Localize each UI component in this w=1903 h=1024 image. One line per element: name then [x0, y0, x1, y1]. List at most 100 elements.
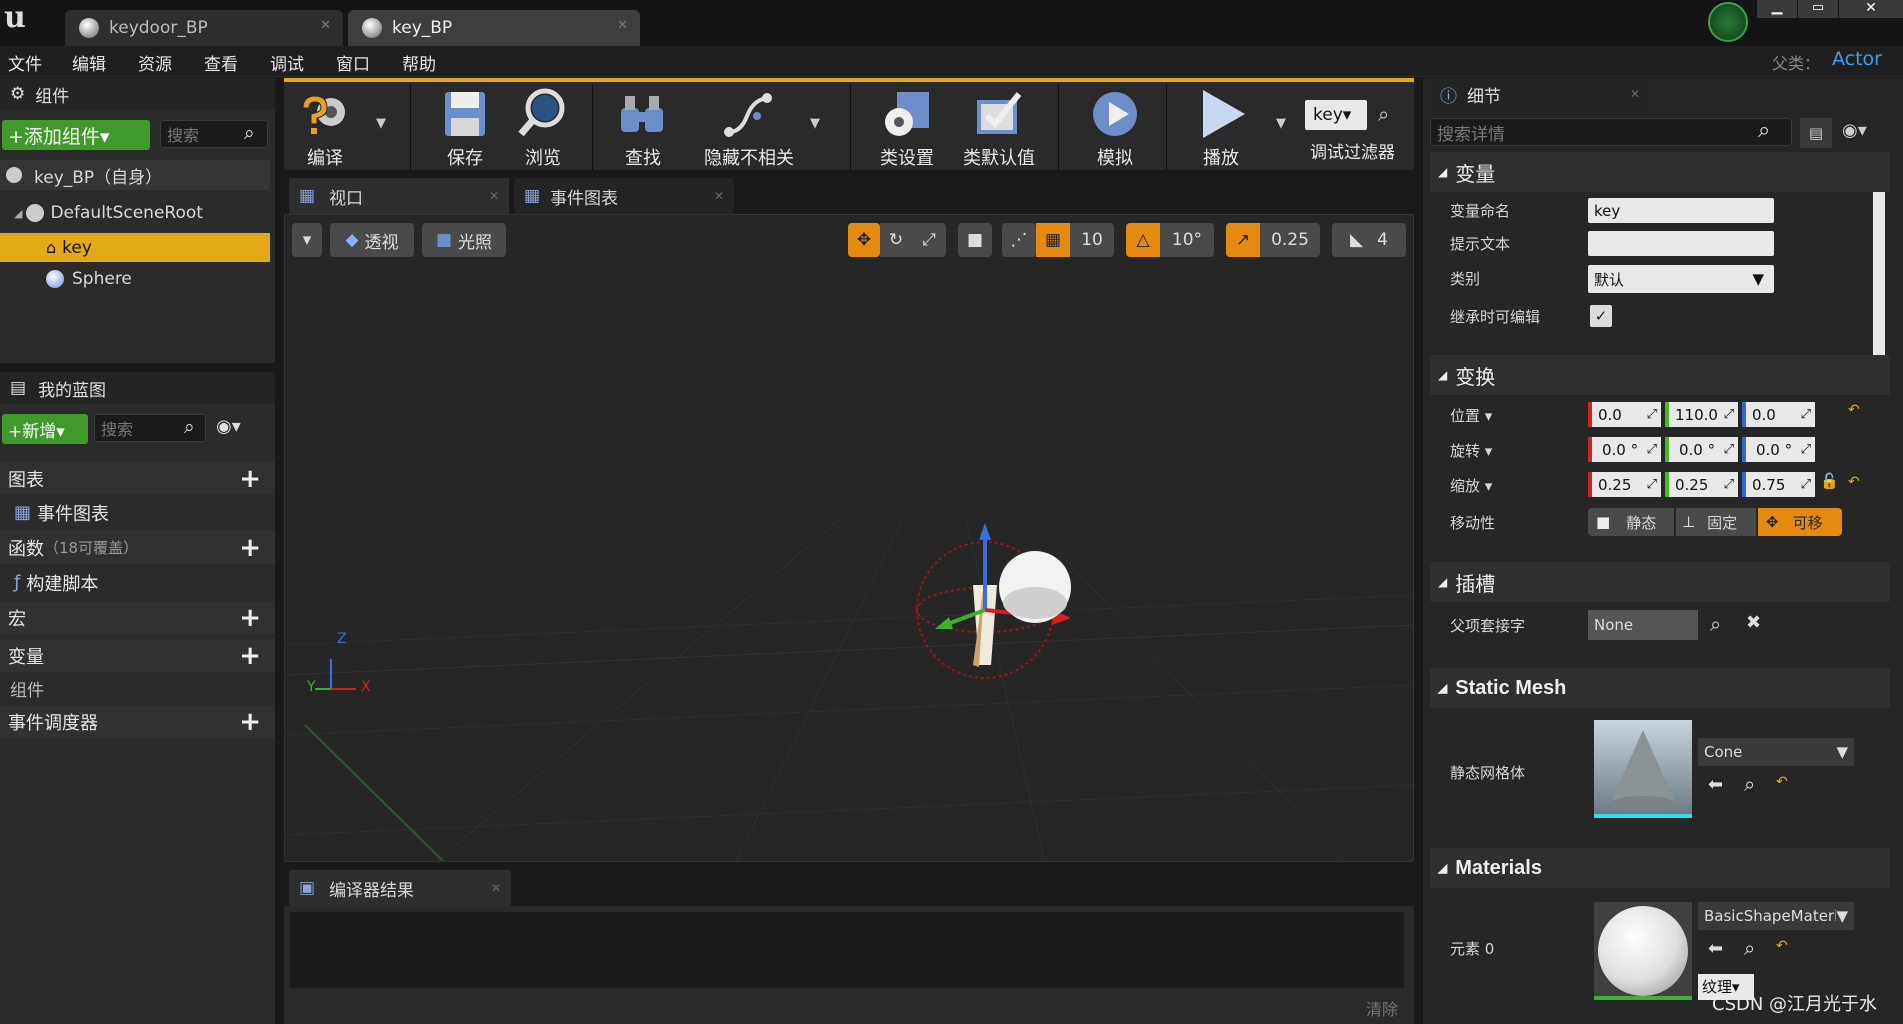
location-z[interactable]: 0.0: [1742, 402, 1815, 427]
viewport-tab[interactable]: ▦ 视口 ✕: [289, 178, 509, 214]
hide-options-arrow[interactable]: ▼: [810, 116, 820, 131]
close-tab-icon[interactable]: ✕: [320, 18, 331, 33]
minimize-button[interactable]: ▁: [1757, 0, 1797, 18]
reset-scale-icon[interactable]: ↶: [1848, 474, 1860, 490]
use-selected-icon[interactable]: ⬅: [1708, 774, 1723, 795]
compile-button[interactable]: 编译: [280, 86, 370, 169]
location-label[interactable]: 位置 ▾: [1450, 405, 1492, 426]
menu-help[interactable]: 帮助: [402, 50, 436, 75]
debug-filter-dropdown[interactable]: key▾: [1305, 100, 1367, 130]
variable-name-input[interactable]: key: [1588, 198, 1774, 223]
class-defaults-button[interactable]: 类默认值: [954, 86, 1044, 169]
section-graphs[interactable]: 图表 +: [0, 462, 275, 495]
tab-key-bp[interactable]: key_BP ✕: [348, 10, 640, 46]
save-button[interactable]: 保存: [420, 86, 510, 169]
maximize-button[interactable]: ▭: [1798, 0, 1838, 18]
class-settings-button[interactable]: 类设置: [862, 86, 952, 169]
scale-snap-button[interactable]: ↗: [1226, 223, 1260, 257]
rotation-z[interactable]: 0.0 °: [1742, 437, 1815, 462]
menu-file[interactable]: 文件: [8, 50, 42, 75]
section-static-mesh[interactable]: ◢ Static Mesh: [1430, 668, 1890, 708]
add-variable-icon[interactable]: +: [239, 641, 261, 671]
close-window-button[interactable]: ✕: [1839, 0, 1903, 18]
viewport-3d[interactable]: Z Y X: [284, 214, 1414, 862]
lock-scale-icon[interactable]: 🔓: [1820, 472, 1839, 490]
location-y[interactable]: 110.0: [1665, 402, 1738, 427]
category-dropdown[interactable]: 默认 ▼: [1588, 265, 1774, 293]
lighting-button[interactable]: ■ 光照: [422, 223, 506, 257]
section-materials[interactable]: ◢ Materials: [1430, 848, 1890, 888]
section-variable[interactable]: ◢ 变量: [1430, 152, 1890, 192]
viewport-options-button[interactable]: ▾: [292, 223, 322, 257]
browse-asset-icon[interactable]: ⌕: [1744, 772, 1755, 796]
translate-mode-button[interactable]: ✥: [848, 223, 880, 257]
use-selected-icon[interactable]: ⬅: [1708, 938, 1723, 959]
angle-snap-button[interactable]: △: [1126, 223, 1160, 257]
menu-asset[interactable]: 资源: [138, 50, 172, 75]
visibility-eye-icon[interactable]: ◉▾: [216, 416, 241, 437]
property-matrix-button[interactable]: ▤: [1800, 118, 1832, 148]
play-button[interactable]: 播放: [1176, 86, 1266, 169]
tree-item-key[interactable]: ⌂ key: [0, 233, 270, 262]
item-construction-script[interactable]: ƒ 构建脚本: [0, 566, 275, 599]
perspective-button[interactable]: ◆ 透视: [330, 223, 414, 257]
add-dispatcher-icon[interactable]: +: [239, 707, 261, 737]
section-event-dispatchers[interactable]: 事件调度器 +: [0, 705, 275, 738]
rotation-x[interactable]: 0.0 °: [1588, 437, 1661, 462]
unreal-logo[interactable]: u: [4, 0, 26, 35]
section-functions[interactable]: 函数 （18可覆盖） +: [0, 531, 275, 564]
section-transform[interactable]: ◢ 变换: [1430, 355, 1890, 395]
find-button[interactable]: 查找: [598, 86, 688, 169]
play-options-arrow[interactable]: ▼: [1276, 116, 1286, 131]
visibility-eye-icon[interactable]: ◉▾: [1842, 120, 1867, 141]
close-tab-icon[interactable]: ✕: [714, 189, 724, 203]
tab-keydoor-bp[interactable]: keydoor_BP ✕: [65, 10, 343, 46]
angle-snap-value[interactable]: 10°: [1160, 223, 1214, 257]
menu-edit[interactable]: 编辑: [72, 50, 106, 75]
editable-checkbox[interactable]: ✓: [1590, 305, 1612, 327]
tree-item-defaultsceneroot[interactable]: ◢ DefaultSceneRoot: [0, 198, 270, 228]
rotate-mode-button[interactable]: ↻: [880, 223, 912, 257]
simulate-button[interactable]: 模拟: [1070, 86, 1160, 169]
grid-snap-button[interactable]: ▦: [1036, 223, 1070, 257]
menu-window[interactable]: 窗口: [336, 50, 370, 75]
compile-options-arrow[interactable]: ▼: [376, 116, 386, 131]
self-row[interactable]: key_BP（自身）: [0, 160, 270, 190]
item-event-graph[interactable]: ▦ 事件图表: [0, 496, 275, 529]
close-tab-icon[interactable]: ✕: [489, 189, 499, 203]
location-x[interactable]: 0.0: [1588, 402, 1661, 427]
hide-unrelated-button[interactable]: 隐藏不相关: [694, 86, 804, 169]
tree-item-sphere[interactable]: Sphere: [0, 264, 270, 294]
source-control-icon[interactable]: [1708, 2, 1748, 42]
close-tab-icon[interactable]: ✕: [1630, 87, 1640, 101]
scale-z[interactable]: 0.75: [1742, 472, 1815, 497]
menu-debug[interactable]: 调试: [270, 50, 304, 75]
add-component-button[interactable]: +添加组件▾: [2, 120, 150, 150]
compiler-results-tab[interactable]: ▣ 编译器结果 ✕: [289, 870, 511, 906]
static-mesh-dropdown[interactable]: Cone ▼: [1698, 738, 1854, 766]
scale-mode-button[interactable]: ⤢: [912, 223, 946, 257]
browse-button[interactable]: 浏览: [498, 86, 588, 169]
scale-snap-value[interactable]: 0.25: [1260, 223, 1320, 257]
parent-socket-field[interactable]: None: [1588, 610, 1698, 640]
scale-y[interactable]: 0.25: [1665, 472, 1738, 497]
mobility-movable-button[interactable]: ✥ 可移: [1758, 508, 1842, 536]
add-graph-icon[interactable]: +: [239, 464, 261, 494]
rotation-label[interactable]: 旋转 ▾: [1450, 440, 1492, 461]
rotation-y[interactable]: 0.0 °: [1665, 437, 1738, 462]
grid-size-value[interactable]: 10: [1070, 223, 1114, 257]
section-sockets[interactable]: ◢ 插槽: [1430, 562, 1890, 602]
parent-class-link[interactable]: Actor: [1832, 48, 1882, 70]
scale-x[interactable]: 0.25: [1588, 472, 1661, 497]
mobility-static-button[interactable]: ■ 静态: [1588, 508, 1674, 536]
section-variables[interactable]: 变量 +: [0, 639, 275, 672]
section-macros[interactable]: 宏 +: [0, 601, 275, 634]
reset-mesh-icon[interactable]: ↶: [1776, 774, 1788, 790]
add-new-button[interactable]: +新增▾: [2, 414, 88, 444]
material-thumbnail[interactable]: [1594, 902, 1692, 1000]
scale-label[interactable]: 缩放 ▾: [1450, 475, 1492, 496]
surface-snap-button[interactable]: ⋰: [1002, 223, 1036, 257]
close-tab-icon[interactable]: ✕: [617, 18, 628, 33]
world-local-button[interactable]: ■: [958, 223, 992, 257]
close-tab-icon[interactable]: ✕: [491, 881, 501, 895]
